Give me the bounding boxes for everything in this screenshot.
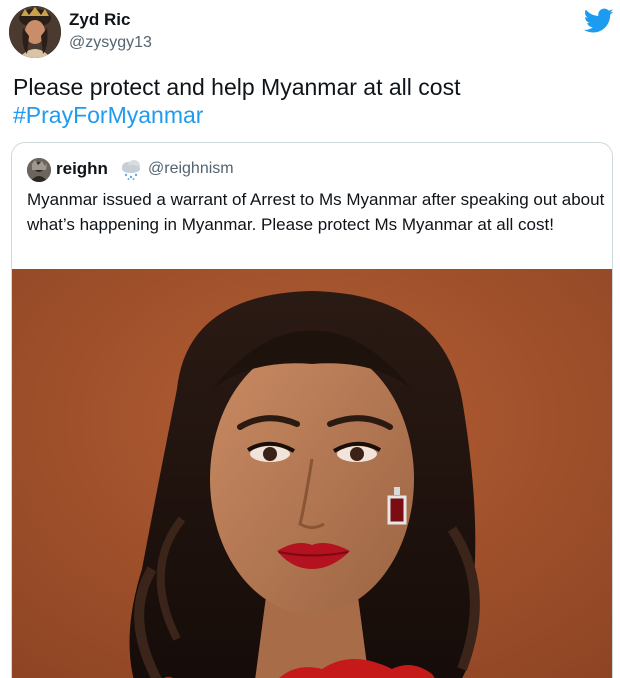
tweet-body: Please protect and help Myanmar at all c… — [13, 73, 613, 129]
twitter-bird-icon[interactable] — [583, 8, 614, 34]
author-handle[interactable]: @zysygy13 — [69, 34, 152, 52]
quoted-author-avatar[interactable] — [27, 158, 51, 182]
quoted-author-handle[interactable]: @reighnism — [148, 160, 234, 178]
hashtag-link[interactable]: #PrayForMyanmar — [13, 101, 613, 129]
author-display-name[interactable]: Zyd Ric — [69, 10, 130, 30]
author-avatar[interactable] — [9, 6, 61, 58]
tweet-text: Please protect and help Myanmar at all c… — [13, 74, 461, 100]
quoted-tweet-photo[interactable] — [12, 269, 612, 678]
quoted-tweet-text: Myanmar issued a warrant of Arrest to Ms… — [27, 190, 605, 234]
cloud-rain-emoji-icon — [119, 157, 143, 181]
quoted-tweet[interactable]: reighn @reighnism Myanmar issued a warra… — [11, 142, 613, 678]
tweet-card[interactable]: Zyd Ric @zysygy13 Please protect and hel… — [0, 0, 620, 678]
quoted-author-display-name[interactable]: reighn — [56, 159, 108, 179]
